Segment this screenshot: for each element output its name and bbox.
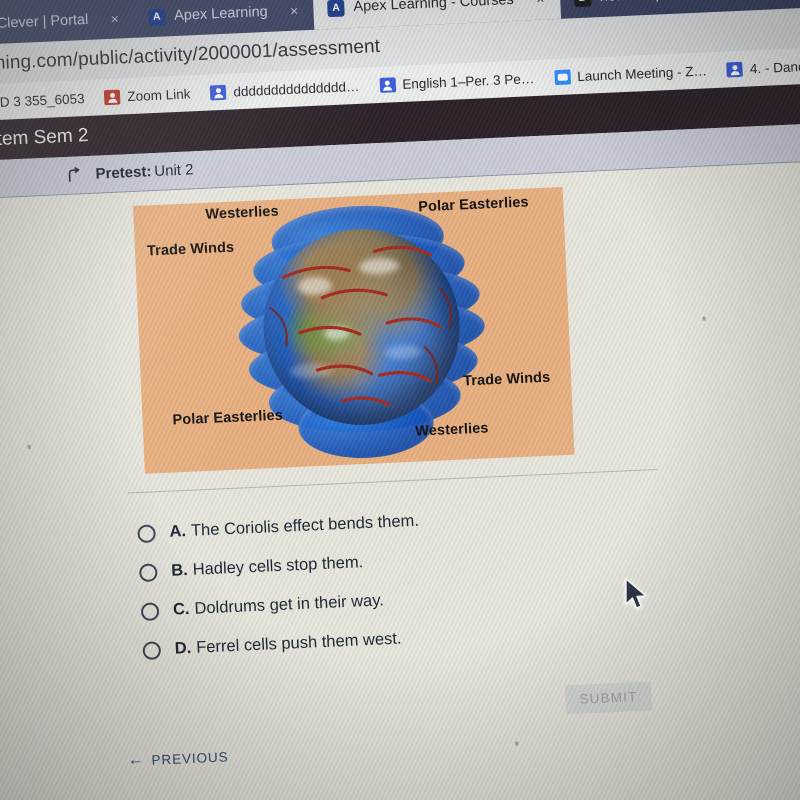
figure-label-trade-winds-right: Trade Winds <box>462 369 551 390</box>
bookmark-person-red-icon <box>104 88 121 105</box>
breadcrumb-value: Unit 2 <box>153 161 194 181</box>
tab-title: Apex Learning - Courses <box>353 0 515 16</box>
figure-label-trade-winds-left: Trade Winds <box>146 239 235 260</box>
bookmark-label: English 1–Per. 3 Pe… <box>402 70 535 92</box>
tab-title: Apex Learning <box>173 3 268 25</box>
tab-title: Clever | Portal <box>0 11 89 32</box>
submit-button[interactable]: SUBMIT <box>564 681 653 715</box>
wind-belts-figure: Westerlies Polar Easterlies Trade Winds … <box>133 186 575 474</box>
answer-body: Doldrums get in their way. <box>194 591 385 618</box>
screen-content: C Clever | Portal × A Apex Learning × A … <box>0 0 800 800</box>
photo-of-laptop-screen: C Clever | Portal × A Apex Learning × A … <box>0 0 800 800</box>
radio-button[interactable] <box>142 640 162 660</box>
bookmark-launch-meeting[interactable]: Launch Meeting - Z… <box>553 62 708 85</box>
bookmark-label: ddddddddddddddd… <box>233 78 360 99</box>
mouse-cursor <box>625 578 647 609</box>
radio-button[interactable] <box>137 523 156 543</box>
bookmark-person-icon <box>379 76 396 93</box>
answer-letter: D. <box>174 638 192 658</box>
bookmark-ddd[interactable]: ddddddddddddddd… <box>210 78 360 100</box>
answer-body: Ferrel cells push them west. <box>195 629 402 657</box>
course-title: th System Sem 2 <box>0 124 89 152</box>
apex-icon: A <box>327 0 345 17</box>
answer-choice-text: D. Ferrel cells push them west. <box>174 630 402 659</box>
answer-letter: B. <box>170 560 189 580</box>
answer-letter: A. <box>169 522 187 541</box>
apex-icon: A <box>147 7 166 26</box>
screen-bezel: C Clever | Portal × A Apex Learning × A … <box>0 0 800 800</box>
up-arrow-icon[interactable] <box>65 166 84 185</box>
bookmark-person-icon <box>210 84 227 100</box>
answer-choice-text: A. The Coriolis effect bends them. <box>169 512 419 542</box>
screen-dust-speck <box>515 741 519 746</box>
tab-title: how are pref <box>599 0 680 5</box>
figure-label-westerlies-top: Westerlies <box>205 203 280 223</box>
answer-choice-text: C. Doldrums get in their way. <box>173 591 385 619</box>
bookmark-eld-3[interactable]: ELD 3 355_6053 <box>0 91 85 112</box>
radio-button[interactable] <box>140 601 160 621</box>
quiz-icon: B <box>573 0 592 7</box>
answer-body: The Coriolis effect bends them. <box>190 511 420 540</box>
close-icon[interactable]: × <box>107 10 123 27</box>
answer-choice-list: A. The Coriolis effect bends them. B. Hadl… <box>137 493 613 670</box>
bookmark-label: 4. - Dance at 10: <box>749 57 800 76</box>
bookmark-label: ELD 3 355_6053 <box>0 90 85 111</box>
radio-button[interactable] <box>138 562 158 582</box>
bookmark-english-1[interactable]: English 1–Per. 3 Pe… <box>379 71 535 93</box>
assessment-page: Westerlies Polar Easterlies Trade Winds … <box>0 160 800 800</box>
close-icon[interactable]: × <box>286 2 302 19</box>
breadcrumb-label: Pretest: <box>95 163 152 183</box>
screen-dust-speck <box>27 444 31 449</box>
left-arrow-icon: ← <box>127 751 145 769</box>
breadcrumb-text: Pretest: Unit 2 <box>95 161 194 182</box>
zoom-camera-icon <box>553 68 571 85</box>
bookmark-person-icon <box>726 61 744 77</box>
answer-choice-text: B. Hadley cells stop them. <box>171 553 364 581</box>
section-divider <box>127 468 658 494</box>
previous-button[interactable]: ← PREVIOUS <box>127 748 229 769</box>
laptop-screen: C Clever | Portal × A Apex Learning × A … <box>0 0 800 800</box>
bookmark-label: Launch Meeting - Z… <box>576 62 708 84</box>
bookmark-label: Zoom Link <box>127 85 191 104</box>
bookmark-zoom-link[interactable]: Zoom Link <box>104 86 191 105</box>
answer-letter: C. <box>172 599 190 619</box>
previous-label: PREVIOUS <box>151 748 229 768</box>
screen-dust-speck <box>702 316 706 321</box>
answer-body: Hadley cells stop them. <box>192 553 364 579</box>
bookmark-dance[interactable]: 4. - Dance at 10: <box>726 57 800 77</box>
close-icon[interactable]: × <box>532 0 548 7</box>
figure-label-westerlies-bottom: Westerlies <box>414 420 489 440</box>
